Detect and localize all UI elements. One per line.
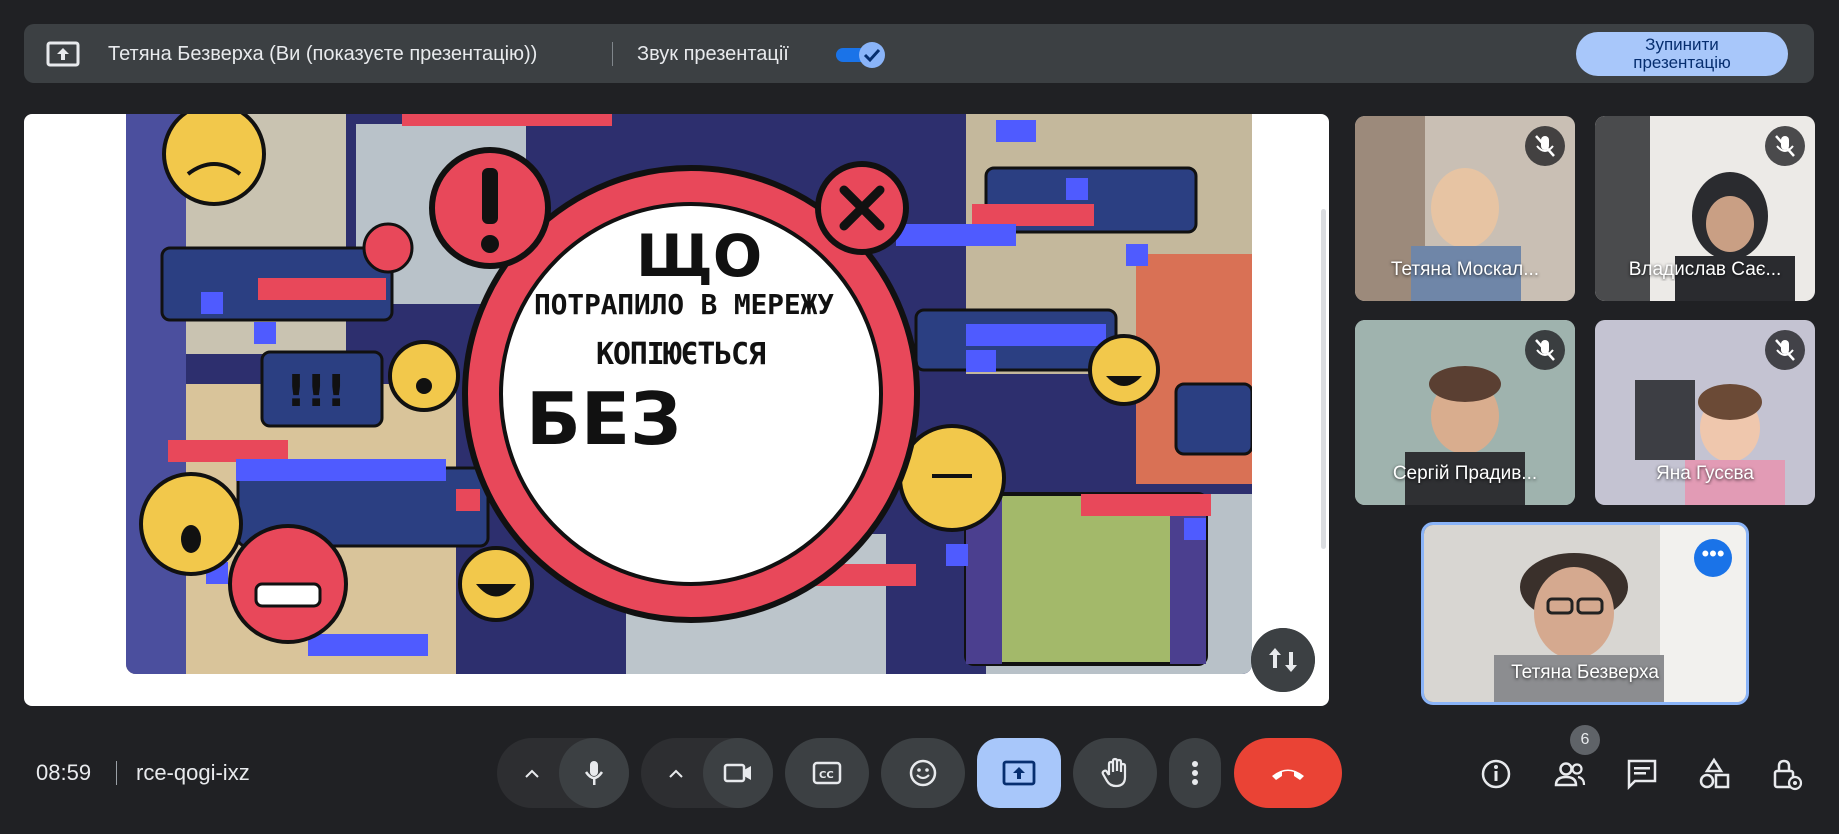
participant-name: Сергій Прадив...: [1392, 463, 1538, 484]
more-options-button[interactable]: [1169, 738, 1221, 808]
self-tile[interactable]: ••• Тетяна Безверха: [1421, 522, 1749, 705]
info-icon[interactable]: [1479, 757, 1513, 791]
participant-tile[interactable]: Тетяна Москал...: [1355, 116, 1575, 301]
camera-button[interactable]: [703, 738, 773, 808]
host-controls-icon[interactable]: [1769, 757, 1803, 791]
mic-off-icon: [1765, 330, 1805, 370]
captions-button[interactable]: CC: [785, 738, 869, 808]
presentation-bar: Тетяна Безверха (Ви (показуєте презентац…: [24, 24, 1814, 83]
participant-name: Владислав Сає...: [1628, 259, 1782, 280]
divider: [116, 761, 117, 785]
participant-tile[interactable]: Владислав Сає...: [1595, 116, 1815, 301]
shared-slide: !!! ЩО ПОТРАПИЛО В МЕРЕЖУ КОПІЮЄТЬСЯ БЕЗ: [126, 114, 1252, 674]
present-button[interactable]: [977, 738, 1061, 808]
mic-button[interactable]: [559, 738, 629, 808]
slide-line-3: КОПІЮЄТЬСЯ: [596, 337, 766, 372]
mic-off-icon: [1765, 126, 1805, 166]
raise-hand-icon: [1101, 757, 1127, 788]
emoji-icon: [909, 759, 937, 787]
presenting-title: Тетяна Безверха (Ви (показуєте презентац…: [108, 43, 538, 65]
more-vert-icon: [1192, 761, 1198, 785]
stage-scrollbar[interactable]: [1321, 209, 1326, 549]
mic-icon: [584, 761, 604, 785]
mic-off-icon: [1525, 126, 1565, 166]
chevron-up-icon[interactable]: [522, 764, 542, 784]
slide-line-1: ЩО: [636, 222, 762, 290]
divider: [612, 42, 613, 66]
participant-name: Тетяна Москал...: [1390, 259, 1540, 280]
stop-presenting-button[interactable]: Зупинити презентацію: [1576, 32, 1788, 76]
leave-call-button[interactable]: [1234, 738, 1342, 808]
emoji-button[interactable]: [881, 738, 965, 808]
bubble-text: !!!: [286, 366, 346, 417]
people-count-badge: 6: [1570, 725, 1600, 755]
camera-icon: [723, 763, 751, 783]
chevron-up-icon[interactable]: [666, 764, 686, 784]
meeting-code: rce-qogi-ixz: [136, 760, 250, 785]
self-name: Тетяна Безверха: [1511, 662, 1659, 683]
captions-icon: CC: [812, 761, 842, 785]
participant-tile[interactable]: Яна Гусєва: [1595, 320, 1815, 505]
raise-hand-button[interactable]: [1073, 738, 1157, 808]
present-icon: [1002, 760, 1036, 786]
presentation-stage: !!! ЩО ПОТРАПИЛО В МЕРЕЖУ КОПІЮЄТЬСЯ БЕЗ: [24, 114, 1329, 706]
slide-line-4: БЕЗ: [526, 377, 681, 461]
mic-off-icon: [1525, 330, 1565, 370]
clock: 08:59: [36, 760, 92, 785]
presentation-sound-toggle[interactable]: [834, 42, 886, 68]
svg-text:CC: CC: [819, 770, 834, 781]
presentation-sound-label: Звук презентації: [637, 43, 789, 65]
people-icon[interactable]: [1553, 757, 1587, 791]
chat-icon[interactable]: [1625, 757, 1659, 791]
participant-name: Яна Гусєва: [1655, 463, 1754, 484]
hangup-icon: [1272, 769, 1304, 780]
slide-artwork: !!! ЩО ПОТРАПИЛО В МЕРЕЖУ КОПІЮЄТЬСЯ БЕЗ: [126, 114, 1252, 674]
participant-tile[interactable]: Сергій Прадив...: [1355, 320, 1575, 505]
present-screen-icon: [46, 41, 80, 67]
activities-icon[interactable]: [1697, 757, 1731, 791]
slide-line-2: ПОТРАПИЛО В МЕРЕЖУ: [534, 288, 834, 321]
more-horiz-icon[interactable]: •••: [1694, 539, 1732, 577]
swap-layout-button[interactable]: [1251, 628, 1315, 692]
